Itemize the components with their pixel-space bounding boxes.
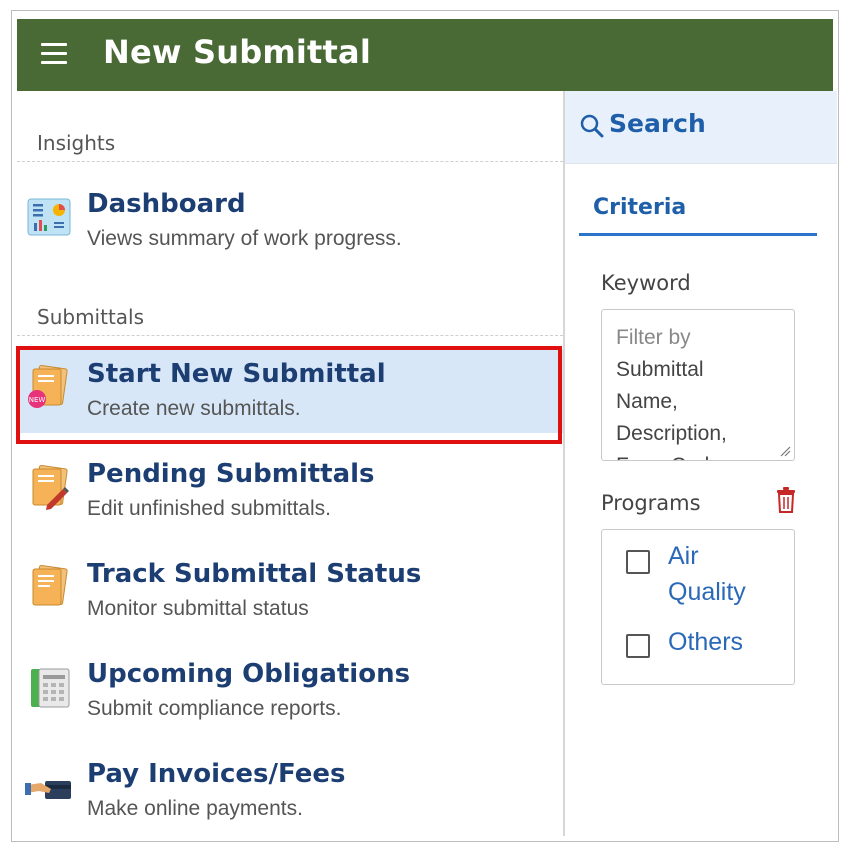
nav-item-description: Make online payments. — [87, 797, 303, 820]
section-label-insights: Insights — [37, 131, 116, 155]
nav-item-pending-submittals[interactable]: Pending Submittals Edit unfinished submi… — [17, 449, 563, 533]
nav-item-pay-invoices-fees[interactable]: Pay Invoices/Fees Make online payments. — [17, 749, 563, 833]
document-status-icon — [32, 564, 68, 606]
nav-item-description: Monitor submittal status — [87, 597, 309, 620]
trash-icon[interactable] — [775, 487, 797, 513]
keyword-placeholder: Filter by — [616, 326, 691, 349]
page-title: New Submittal — [103, 33, 371, 71]
program-label-air-quality[interactable]: Air Quality — [668, 538, 746, 610]
keyword-input[interactable]: Filter by Submittal Name, Description, F… — [601, 309, 795, 461]
resize-handle-icon[interactable] — [779, 445, 791, 457]
nav-item-description: Submit compliance reports. — [87, 697, 342, 720]
svg-text:NEW: NEW — [29, 396, 46, 404]
program-label-line: Air — [668, 542, 699, 570]
programs-list: Air Quality Others — [601, 529, 795, 685]
dashboard-icon — [27, 198, 71, 236]
checkbox-air-quality[interactable] — [626, 550, 650, 574]
checkbox-others[interactable] — [626, 634, 650, 658]
keyword-placeholder: Form Code — [616, 450, 782, 460]
keyword-placeholder: Description, — [616, 422, 727, 445]
edit-document-icon — [32, 464, 69, 510]
search-header[interactable]: Search — [565, 91, 837, 164]
programs-label: Programs — [601, 491, 701, 515]
new-document-icon: NEW — [28, 364, 68, 408]
tab-underline — [579, 233, 817, 236]
nav-item-dashboard[interactable]: Dashboard Views summary of work progress… — [17, 179, 563, 263]
payment-card-icon — [25, 781, 71, 799]
search-icon — [580, 114, 604, 138]
nav-item-title: Track Submittal Status — [87, 559, 422, 589]
keyword-placeholder: Name, — [616, 390, 678, 413]
nav-item-title: Pay Invoices/Fees — [87, 759, 346, 789]
section-label-submittals: Submittals — [37, 305, 145, 329]
nav-item-upcoming-obligations[interactable]: Upcoming Obligations Submit compliance r… — [17, 649, 563, 733]
nav-item-track-submittal-status[interactable]: Track Submittal Status Monitor submittal… — [17, 549, 563, 633]
nav-item-description: Edit unfinished submittals. — [87, 497, 331, 520]
search-label: Search — [609, 109, 706, 138]
nav-item-title: Dashboard — [87, 189, 246, 219]
keyword-placeholder: Submittal — [616, 358, 704, 381]
nav-item-title: Start New Submittal — [87, 359, 386, 389]
section-divider — [17, 161, 563, 162]
nav-item-title: Upcoming Obligations — [87, 659, 411, 689]
nav-item-description: Create new submittals. — [87, 397, 301, 420]
keyword-label: Keyword — [601, 271, 691, 295]
nav-item-title: Pending Submittals — [87, 459, 375, 489]
calendar-icon — [31, 668, 70, 708]
program-label-others[interactable]: Others — [668, 624, 743, 660]
nav-item-description: Views summary of work progress. — [87, 227, 402, 250]
navigation-panel: Insights Dashboard Views summary of work… — [16, 91, 563, 836]
app-header: New Submittal — [17, 19, 833, 91]
section-divider — [17, 335, 563, 336]
nav-item-start-new-submittal[interactable]: NEW Start New Submittal Create new submi… — [16, 346, 563, 444]
search-panel: Search Criteria Keyword Filter by Submit… — [565, 91, 837, 836]
hamburger-menu-icon[interactable] — [41, 43, 67, 65]
program-label-line: Quality — [668, 578, 746, 606]
tab-criteria[interactable]: Criteria — [593, 195, 686, 220]
program-label-line: Others — [668, 628, 744, 656]
